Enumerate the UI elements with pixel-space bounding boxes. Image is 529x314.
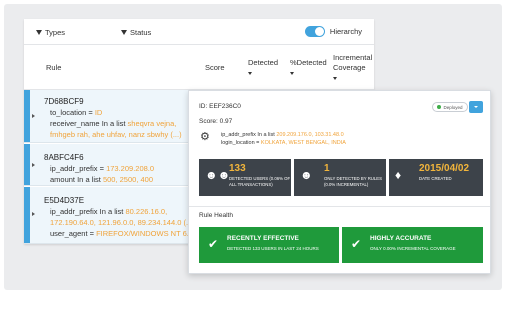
hierarchy-label: Hierarchy (329, 27, 362, 36)
column-header-incremental-label: Incremental (333, 53, 373, 62)
funnel-icon (121, 30, 127, 35)
condition-key: receiver_name In a list (50, 119, 128, 128)
user-icon: ☻ (300, 168, 313, 182)
detail-score: Score: 0.97 (199, 118, 233, 125)
hierarchy-toggle[interactable] (304, 26, 325, 37)
checkmark-icon: ✔ (351, 237, 362, 251)
status-badge: Deployed (432, 102, 468, 112)
health-tile-recently-effective: ✔ RECENTLY EFFECTIVE DETECTED 133 USERS … (199, 227, 339, 263)
tag-icon: ♦ (395, 168, 402, 182)
condition-value: ID (94, 108, 103, 117)
rule-condition: to_location = ID (50, 108, 102, 117)
stat-label: DATE CREATED (419, 176, 452, 181)
health-tile-highly-accurate: ✔ HIGHLY ACCURATE ONLY 0.00% INCREMENTAL… (342, 227, 483, 263)
condition-value: 172.190.64.0, 121.96.0.0, 89.234.144.0 (… (50, 218, 193, 227)
condition-key: user_agent = (50, 229, 97, 238)
condition-value: fmhgeb rah, ahe uhfav, nanz sbwhy (...) (50, 130, 182, 139)
health-text: DETECTED 133 USERS IN LAST 24 HOURS (227, 246, 319, 251)
stat-label: DETECTED USERS (0.06% OF ALL TRANSACTION… (229, 176, 291, 187)
detail-condition: ip_addr_prefix In a list 209.209.176.0, … (221, 132, 344, 138)
condition-key: ip_addr_prefix In a list (221, 132, 277, 138)
column-header-rule[interactable]: Rule (46, 63, 61, 73)
condition-key: ip_addr_prefix = (50, 164, 107, 173)
sort-caret-icon (333, 77, 337, 80)
rule-condition: amount In a list 500, 2500, 400 (50, 175, 153, 184)
rule-condition: ip_addr_prefix = 173.209.208.0 (50, 164, 154, 173)
condition-key: login_location = (221, 140, 261, 146)
stat-value: 133 (229, 163, 246, 174)
hierarchy-control: Hierarchy (304, 26, 362, 37)
rule-id: E5D4D37E (44, 196, 85, 205)
condition-value: FIREFOX/WINDOWS NT 6.1 (96, 229, 194, 238)
column-header-score[interactable]: Score (205, 63, 225, 73)
status-filter-label: Status (130, 28, 152, 37)
expand-arrow-icon[interactable] (32, 163, 35, 167)
stat-value: 2015/04/02 (419, 163, 470, 174)
rule-id: 7D68BCF9 (44, 97, 84, 106)
column-header-pct-detected[interactable]: %Detected (290, 58, 327, 75)
expand-arrow-icon[interactable] (32, 212, 35, 216)
users-icon: ☻☻ (205, 168, 231, 182)
expand-arrow-icon[interactable] (32, 114, 35, 118)
stat-value: 1 (324, 163, 330, 174)
column-header-pct-detected-label: %Detected (290, 58, 327, 67)
health-title: HIGHLY ACCURATE (370, 235, 432, 242)
condition-key: to_location = (50, 108, 95, 117)
rule-health-title: Rule Health (199, 212, 233, 219)
condition-value: KOLKATA, WEST BENGAL, INDIA (260, 140, 346, 146)
column-header-detected-label: Detected (248, 58, 279, 67)
sort-caret-icon (248, 72, 252, 75)
health-text: ONLY 0.00% INCREMENTAL COVERAGE (370, 246, 456, 251)
checkmark-icon: ✔ (208, 237, 219, 251)
sort-caret-icon (290, 72, 294, 75)
funnel-icon (36, 30, 42, 35)
rule-id: 8ABFC4F6 (44, 153, 84, 162)
condition-value: 173.209.208.0 (106, 164, 155, 173)
stat-tile-date-created: ♦ 2015/04/02 DATE CREATED (389, 159, 483, 196)
row-accent-bar (24, 144, 30, 185)
stat-tile-detected-users: ☻☻ 133 DETECTED USERS (0.06% OF ALL TRAN… (199, 159, 291, 196)
filter-bar: Types Status Hierarchy (24, 19, 374, 45)
section-divider (189, 206, 490, 207)
health-title: RECENTLY EFFECTIVE (227, 235, 299, 242)
background-canvas: Types Status Hierarchy Rule Score Detect… (4, 4, 502, 290)
rule-condition: user_agent = FIREFOX/WINDOWS NT 6.1 (50, 229, 193, 238)
stat-label: ONLY DETECTED BY RULES (0.0% INCREMENTAL… (324, 176, 383, 187)
stat-tile-only-detected: ☻ 1 ONLY DETECTED BY RULES (0.0% INCREME… (294, 159, 386, 196)
status-dot-icon (437, 105, 442, 109)
types-filter[interactable]: Types (36, 28, 65, 37)
column-header-incremental-coverage[interactable]: Incremental Coverage (333, 53, 372, 80)
condition-value: 209.209.176.0, 103.31.48.0 (276, 132, 344, 138)
condition-value: 80.226.16.0, (125, 207, 168, 216)
detail-condition: login_location = KOLKATA, WEST BENGAL, I… (221, 140, 346, 146)
condition-value: 500, 2500, 400 (102, 175, 153, 184)
condition-value: sheqvra vejna, (127, 119, 177, 128)
status-dropdown-button[interactable] (469, 101, 483, 113)
status-label: Deployed (443, 104, 463, 110)
condition-key: ip_addr_prefix In a list (50, 207, 126, 216)
detail-id: ID: EEF236C0 (199, 103, 241, 110)
status-filter[interactable]: Status (121, 28, 151, 37)
row-accent-bar (24, 187, 30, 243)
row-accent-bar (24, 90, 30, 142)
gears-icon: ⚙ (200, 131, 210, 143)
column-header-detected[interactable]: Detected (248, 58, 278, 75)
rule-condition: receiver_name In a list sheqvra vejna, (50, 119, 176, 128)
types-filter-label: Types (45, 28, 66, 37)
condition-key: amount In a list (50, 175, 103, 184)
rule-detail-card: ID: EEF236C0 Score: 0.97 Deployed ⚙ ip_a… (188, 90, 491, 274)
column-header-coverage-label: Coverage (333, 63, 366, 72)
rule-condition: ip_addr_prefix In a list 80.226.16.0, (50, 207, 167, 216)
